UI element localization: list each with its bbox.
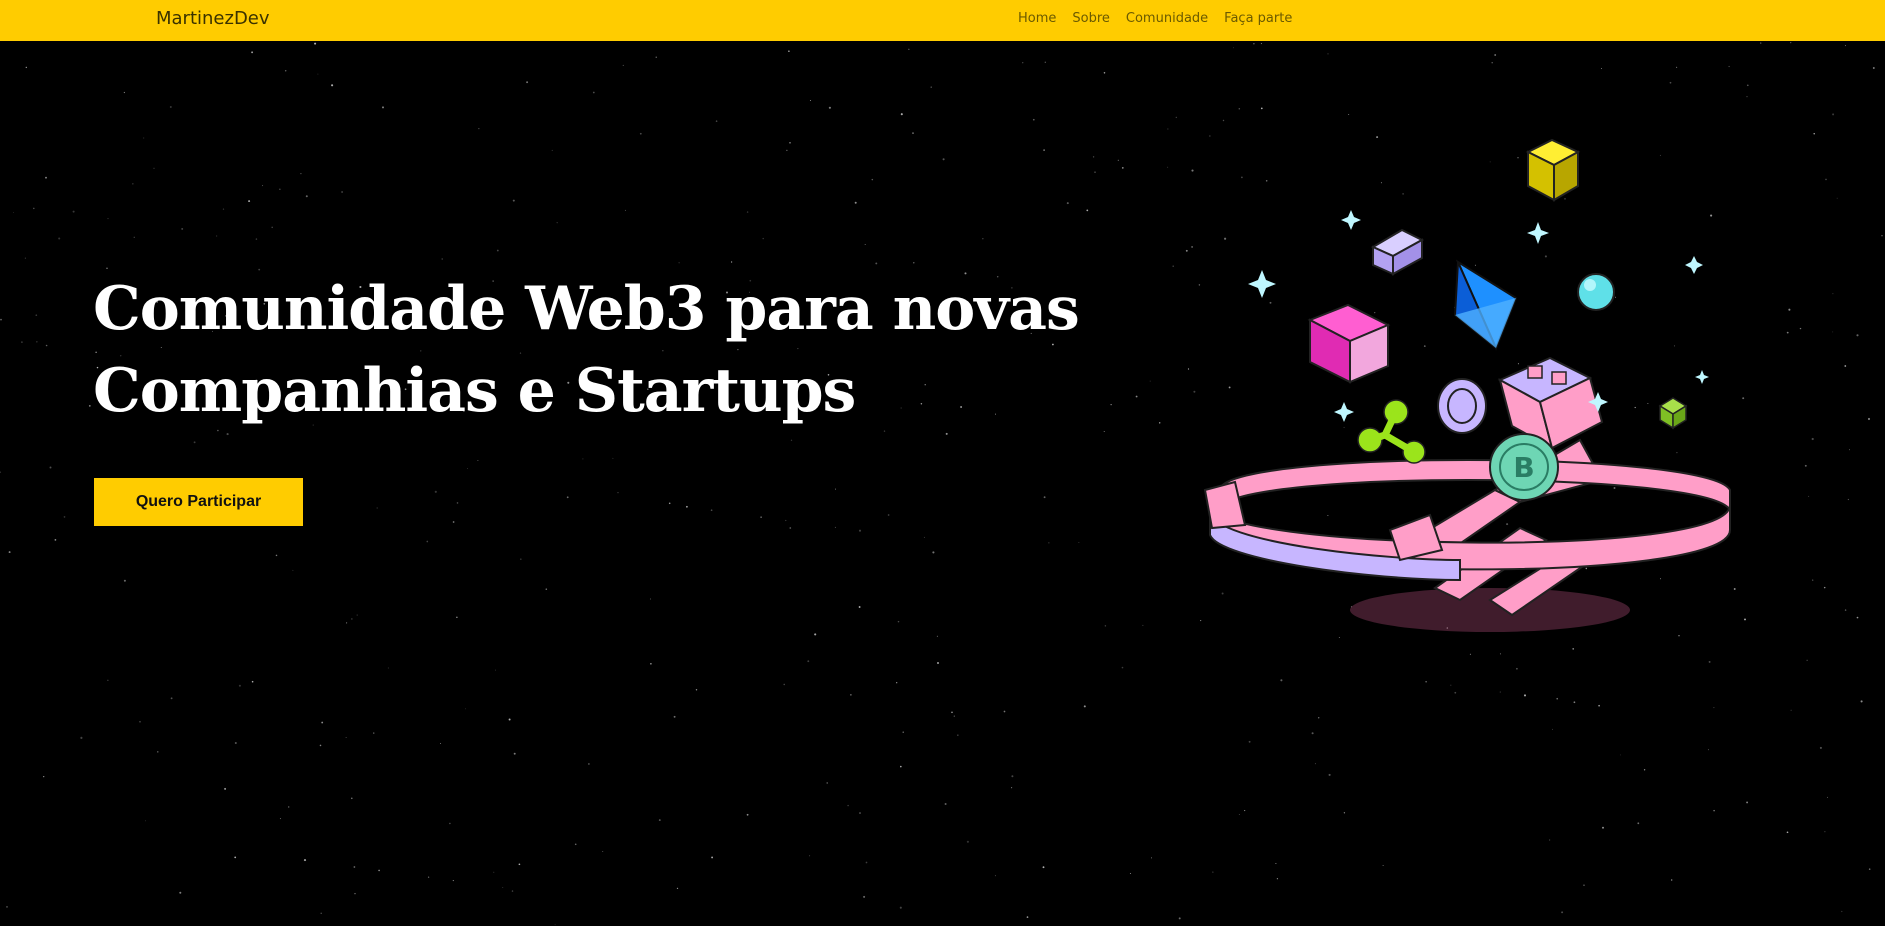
- yellow-cube-icon: [1525, 138, 1581, 202]
- quero-participar-button[interactable]: Quero Participar: [94, 478, 303, 526]
- ripple-icon: [1357, 399, 1426, 464]
- hero-title-line-1: Comunidade Web3 para novas: [93, 274, 1080, 344]
- nav-link-comunidade[interactable]: Comunidade: [1126, 11, 1208, 27]
- hero-illustration: B: [1203, 138, 1731, 632]
- hero-title-line-2: Companhias e Startups: [93, 356, 856, 426]
- nav-link-faca-parte[interactable]: Faça parte: [1224, 11, 1292, 27]
- magenta-box-icon: [1307, 303, 1391, 384]
- brand-logo-link[interactable]: MartinezDev: [156, 8, 270, 30]
- green-cube-icon: [1658, 397, 1688, 430]
- bitcoin-coin-icon: B: [1489, 433, 1559, 501]
- top-navbar: MartinezDev Home Sobre Comunidade Faça p…: [0, 0, 1885, 41]
- svg-text:B: B: [1513, 451, 1534, 484]
- hero-title: Comunidade Web3 para novas Companhias e …: [93, 268, 1080, 432]
- lilac-box-icon: [1370, 228, 1425, 276]
- nav-link-sobre[interactable]: Sobre: [1072, 11, 1110, 27]
- chainlink-coin-icon: [1437, 378, 1487, 434]
- cyan-orb-icon: [1577, 273, 1615, 311]
- nav-links: Home Sobre Comunidade Faça parte: [1018, 11, 1292, 27]
- nav-link-home[interactable]: Home: [1018, 11, 1056, 27]
- ethereum-icon: [1453, 259, 1518, 351]
- glow-shadow: [1350, 588, 1630, 632]
